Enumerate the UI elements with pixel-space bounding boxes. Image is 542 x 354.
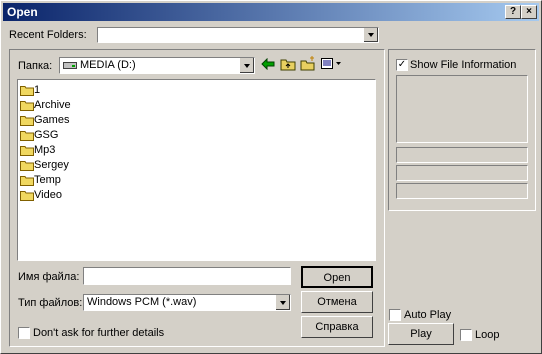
open-dialog: Open ? × Recent Folders: Папка: MEDIA (D… (0, 0, 542, 354)
auto-play-checkbox[interactable] (389, 309, 401, 321)
file-list[interactable]: 1 Archive Games GSG Mp3 Sergey Temp Video (17, 79, 376, 261)
show-info-label: Show File Information (410, 59, 517, 71)
filetype-dropdown-arrow-icon[interactable] (275, 295, 290, 310)
recent-folders-combo[interactable] (97, 27, 379, 43)
filename-input[interactable] (83, 267, 291, 285)
recent-folders-label: Recent Folders: (9, 29, 87, 41)
dont-ask-label: Don't ask for further details (33, 327, 165, 339)
help-button-label: Справка (315, 321, 359, 333)
title-bar: Open ? × (3, 3, 539, 21)
filetype-combo[interactable]: Windows PCM (*.wav) (83, 294, 291, 311)
new-folder-icon[interactable] (300, 56, 316, 74)
file-name: Archive (34, 99, 71, 111)
window-title: Open (7, 5, 38, 19)
open-button-label: Open (323, 272, 351, 284)
lookin-value: MEDIA (D:) (80, 59, 136, 71)
lookin-label: Папка: (18, 60, 53, 72)
file-name: GSG (34, 129, 59, 141)
file-info-field-1 (396, 147, 528, 163)
drive-icon (63, 61, 77, 73)
filetype-value: Windows PCM (*.wav) (87, 296, 197, 308)
file-name: Mp3 (34, 144, 56, 156)
auto-play-label: Auto Play (404, 309, 452, 321)
file-info-preview (396, 75, 528, 143)
file-info-field-2 (396, 165, 528, 181)
close-button[interactable]: × (521, 5, 537, 19)
file-name: Sergey (34, 159, 69, 171)
open-button[interactable]: Open (301, 266, 373, 288)
lookin-dropdown-arrow-icon[interactable] (239, 58, 254, 73)
file-name: Video (34, 189, 62, 201)
recent-dropdown-arrow-icon[interactable] (363, 28, 378, 42)
play-button[interactable]: Play (388, 323, 454, 345)
help-title-button[interactable]: ? (505, 5, 521, 19)
cancel-button[interactable]: Отмена (301, 291, 373, 313)
loop-label: Loop (475, 329, 500, 341)
file-name: Temp (34, 174, 61, 186)
cancel-button-label: Отмена (317, 296, 357, 308)
view-menu-icon[interactable] (321, 58, 343, 73)
up-folder-icon[interactable] (280, 57, 296, 74)
file-info-field-3 (396, 183, 528, 199)
lookin-combo[interactable]: MEDIA (D:) (59, 57, 255, 74)
play-button-label: Play (410, 328, 432, 340)
back-arrow-icon[interactable] (261, 57, 275, 73)
filename-label: Имя файла: (18, 271, 80, 283)
help-button[interactable]: Справка (301, 316, 373, 338)
loop-checkbox[interactable] (460, 329, 472, 341)
dont-ask-checkbox[interactable] (18, 327, 30, 339)
file-name: 1 (34, 84, 41, 96)
file-name: Games (34, 114, 70, 126)
show-info-checkbox[interactable]: ✓ (396, 59, 408, 71)
filetype-label: Тип файлов: (18, 297, 83, 309)
